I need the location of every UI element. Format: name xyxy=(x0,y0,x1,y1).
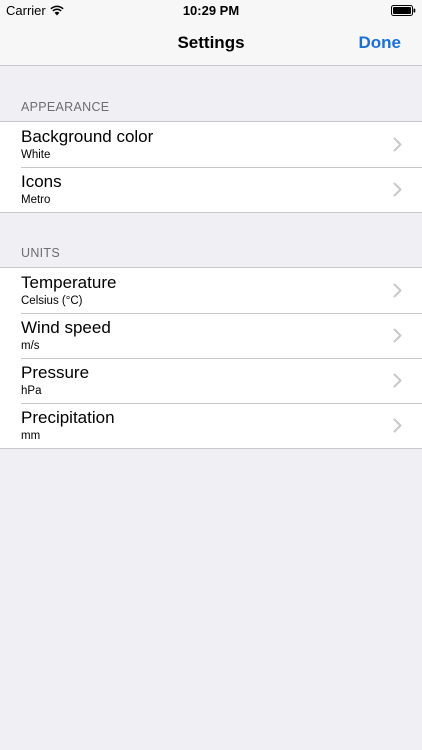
pressure-row[interactable]: Pressure hPa xyxy=(0,358,422,403)
chevron-right-icon xyxy=(393,283,402,298)
icons-row[interactable]: Icons Metro xyxy=(0,167,422,212)
background-color-row[interactable]: Background color White xyxy=(0,122,422,167)
done-button[interactable]: Done xyxy=(359,33,402,53)
units-group: Temperature Celsius (°C) Wind speed m/s … xyxy=(0,267,422,449)
row-title: Wind speed xyxy=(21,318,111,337)
row-title: Pressure xyxy=(21,363,90,382)
settings-screen: Carrier 10:29 PM Settings Done APPEARANC… xyxy=(0,0,422,750)
row-value: White xyxy=(21,149,51,161)
row-title: Icons xyxy=(21,172,62,191)
chevron-right-icon xyxy=(393,328,402,343)
row-title: Precipitation xyxy=(21,408,115,427)
temperature-row[interactable]: Temperature Celsius (°C) xyxy=(0,268,422,313)
chevron-right-icon xyxy=(393,373,402,388)
section-header-appearance: APPEARANCE xyxy=(21,100,110,114)
row-title: Temperature xyxy=(21,273,117,292)
chevron-right-icon xyxy=(393,137,402,152)
wind-speed-row[interactable]: Wind speed m/s xyxy=(0,313,422,358)
row-value: hPa xyxy=(21,385,42,397)
appearance-group: Background color White Icons Metro xyxy=(0,121,422,213)
row-value: Celsius (°C) xyxy=(21,295,83,307)
navigation-bar: Settings Done xyxy=(0,22,422,66)
battery-icon xyxy=(391,5,416,16)
status-bar: Carrier 10:29 PM xyxy=(0,0,422,22)
chevron-right-icon xyxy=(393,418,402,433)
status-time: 10:29 PM xyxy=(182,3,240,18)
row-value: m/s xyxy=(21,340,40,352)
section-header-units: UNITS xyxy=(21,246,60,260)
row-value: Metro xyxy=(21,194,51,206)
row-title: Background color xyxy=(21,127,154,146)
chevron-right-icon xyxy=(393,182,402,197)
precipitation-row[interactable]: Precipitation mm xyxy=(0,403,422,448)
row-value: mm xyxy=(21,430,41,442)
